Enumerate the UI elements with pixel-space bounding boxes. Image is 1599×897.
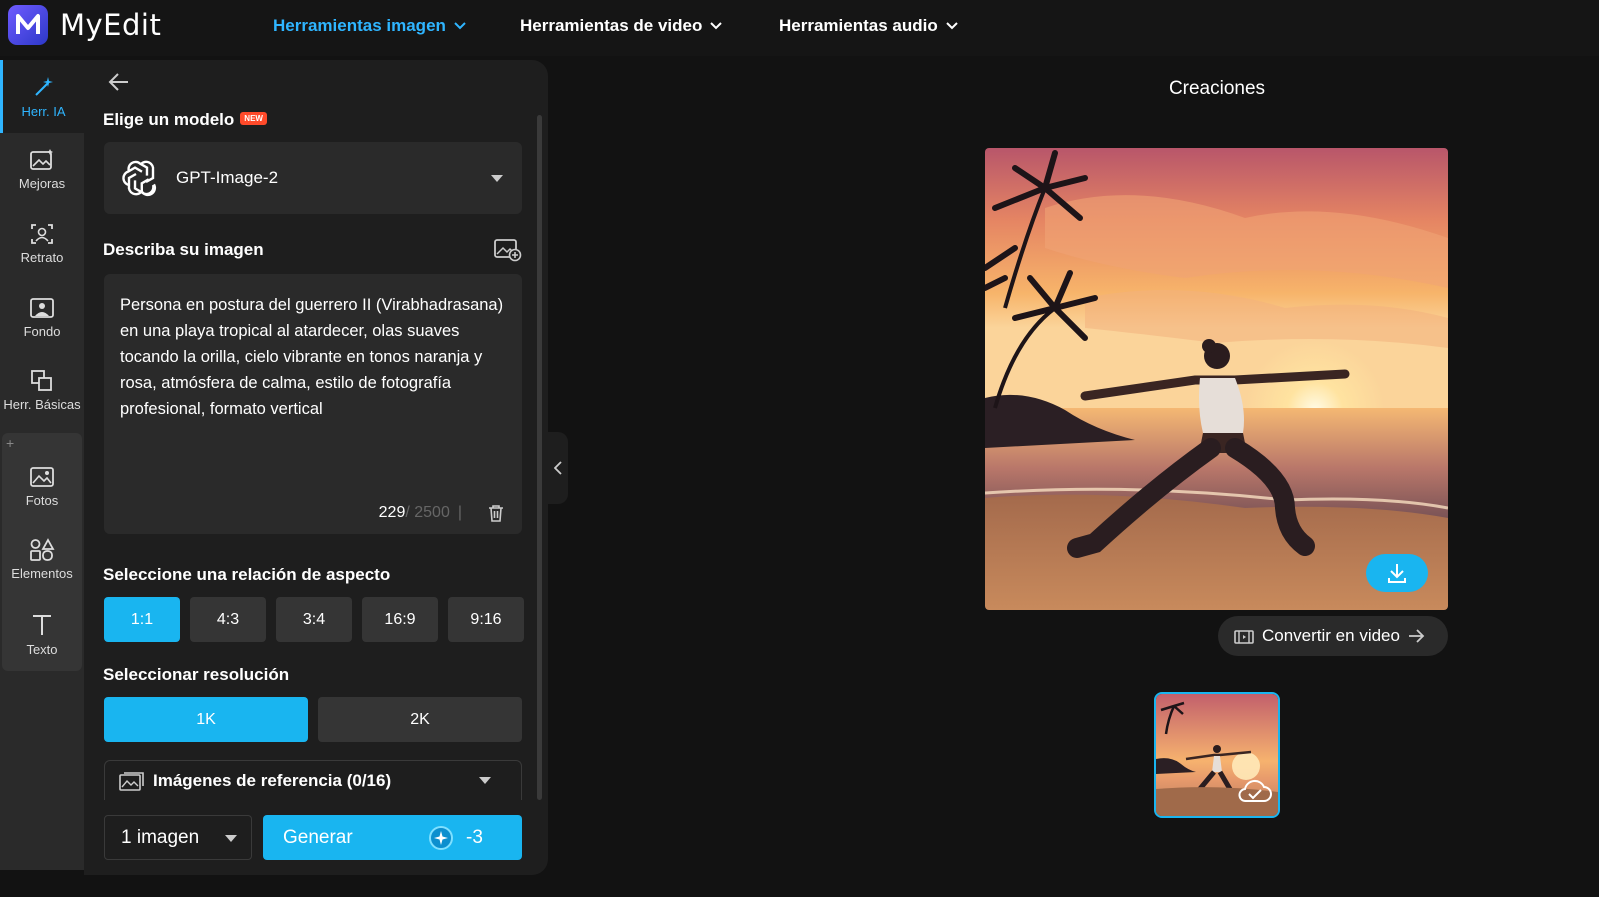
background-icon (30, 298, 54, 318)
openai-logo-icon (122, 160, 157, 197)
video-convert-icon (1234, 630, 1254, 644)
image-enhance-icon (30, 149, 53, 170)
rail-item-elementos[interactable]: Elementos (0, 538, 84, 581)
arrow-right-icon (1408, 629, 1425, 643)
top-bar: MyEdit Herramientas imagen Herramientas … (0, 0, 1599, 56)
tool-rail: Herr. IA Mejoras Retrato Fondo Herr. Bás… (0, 60, 84, 870)
basic-tools-icon (31, 370, 52, 391)
chevron-left-icon (554, 461, 562, 475)
rail-item-mejoras[interactable]: Mejoras (0, 148, 84, 191)
credit-cost: -3 (428, 825, 483, 851)
magic-wand-icon (34, 77, 53, 96)
credit-cost-value: -3 (466, 827, 483, 848)
generate-button[interactable]: Generar -3 (263, 815, 522, 860)
reference-image-icon (119, 771, 144, 791)
app-name: MyEdit (60, 8, 162, 42)
app-logo[interactable]: MyEdit (8, 5, 161, 45)
back-button[interactable] (108, 72, 130, 97)
rail-plus[interactable]: + (6, 435, 14, 451)
model-title-text: Elige un modelo (103, 110, 235, 129)
creations-title: Creaciones (1168, 78, 1266, 99)
myedit-logo-icon (8, 5, 48, 45)
credit-icon (429, 826, 453, 850)
rail-label: Retrato (20, 250, 64, 265)
chevron-down-icon (946, 22, 958, 30)
image-count-dropdown[interactable]: 1 imagen (104, 815, 252, 860)
aspect-3-4-button[interactable]: 3:4 (276, 597, 352, 642)
yoga-beach-image (985, 148, 1448, 610)
new-badge: NEW (240, 112, 267, 126)
rail-label: Elementos (11, 566, 73, 581)
counter-separator: | (457, 504, 462, 521)
prompt-textarea[interactable]: Persona en postura del guerrero II (Vira… (104, 274, 522, 534)
resolution-section-title: Seleccionar resolución (103, 665, 290, 684)
aspect-ratio-group: 1:1 4:3 3:4 16:9 9:16 (104, 597, 524, 642)
panel-scrollbar[interactable] (537, 115, 542, 800)
image-to-prompt-button[interactable] (494, 238, 522, 267)
aspect-16-9-button[interactable]: 16:9 (362, 597, 438, 642)
aspect-4-3-button[interactable]: 4:3 (190, 597, 266, 642)
nav-label: Herramientas imagen (273, 16, 446, 35)
char-count: 229 (378, 504, 406, 521)
rail-item-herr-ia[interactable]: Herr. IA (0, 60, 84, 133)
trash-icon (489, 505, 503, 522)
convert-label: Convertir en video (1262, 626, 1400, 645)
caret-down-icon (225, 835, 237, 842)
chevron-down-icon (710, 22, 723, 30)
rail-label: Mejoras (18, 176, 66, 191)
rail-item-fondo[interactable]: Fondo (0, 296, 84, 339)
model-value: GPT-Image-2 (176, 168, 279, 187)
nav-label: Herramientas audio (779, 16, 938, 35)
nav-label: Herramientas de video (520, 16, 703, 35)
reference-label: Imágenes de referencia (0/16) (153, 770, 392, 790)
caret-down-icon (479, 777, 491, 784)
image-add-icon (494, 239, 522, 262)
text-icon (33, 615, 51, 635)
resolution-group: 1K 2K (104, 697, 522, 742)
char-counter: 229/ 2500 | (379, 504, 462, 522)
reference-images-dropdown[interactable]: Imágenes de referencia (0/16) (104, 760, 522, 800)
clear-prompt-button[interactable] (488, 504, 504, 527)
generated-image[interactable] (985, 148, 1448, 610)
model-section-title: Elige un modelo NEW (103, 110, 267, 130)
aspect-section-title: Seleccione una relación de aspecto (103, 565, 391, 584)
rail-item-retrato[interactable]: Retrato (0, 222, 84, 265)
aspect-9-16-button[interactable]: 9:16 (448, 597, 524, 642)
arrow-left-icon (108, 73, 128, 91)
rail-label: Fotos (25, 493, 59, 508)
collapse-panel-button[interactable] (548, 432, 568, 504)
prompt-text[interactable]: Persona en postura del guerrero II (Vira… (120, 292, 510, 422)
resolution-2k-button[interactable]: 2K (318, 697, 522, 742)
char-max: / 2500 (405, 504, 450, 521)
rail-label: Texto (26, 642, 58, 657)
chevron-down-icon (454, 22, 466, 30)
nav-herramientas-imagen[interactable]: Herramientas imagen (273, 0, 466, 52)
rail-item-fotos[interactable]: Fotos (0, 465, 84, 508)
creation-thumbnail[interactable] (1154, 692, 1280, 818)
nav-herramientas-audio[interactable]: Herramientas audio (779, 0, 958, 52)
aspect-1-1-button[interactable]: 1:1 (104, 597, 180, 642)
rail-label: Herr. IA (21, 104, 66, 119)
download-icon (1388, 564, 1406, 583)
rail-label: Herr. Básicas (3, 397, 81, 412)
rail-item-texto[interactable]: Texto (0, 612, 84, 657)
image-count-value: 1 imagen (121, 826, 200, 848)
generate-label: Generar (283, 826, 353, 848)
model-dropdown[interactable]: GPT-Image-2 (104, 142, 522, 214)
nav-herramientas-video[interactable]: Herramientas de video (520, 0, 723, 52)
rail-label: Fondo (23, 324, 61, 339)
download-button[interactable] (1366, 554, 1428, 592)
convert-to-video-button[interactable]: Convertir en video (1218, 616, 1448, 656)
resolution-1k-button[interactable]: 1K (104, 697, 308, 742)
photos-icon (30, 467, 54, 487)
caret-down-icon (491, 175, 503, 182)
tool-panel: Elige un modelo NEW GPT-Image-2 Describa … (84, 60, 548, 875)
portrait-icon (31, 224, 53, 244)
elements-icon (30, 538, 55, 561)
rail-item-herr-basicas[interactable]: Herr. Básicas (0, 369, 84, 412)
cloud-saved-icon (1238, 779, 1272, 802)
describe-section-title: Describa su imagen (103, 240, 264, 259)
